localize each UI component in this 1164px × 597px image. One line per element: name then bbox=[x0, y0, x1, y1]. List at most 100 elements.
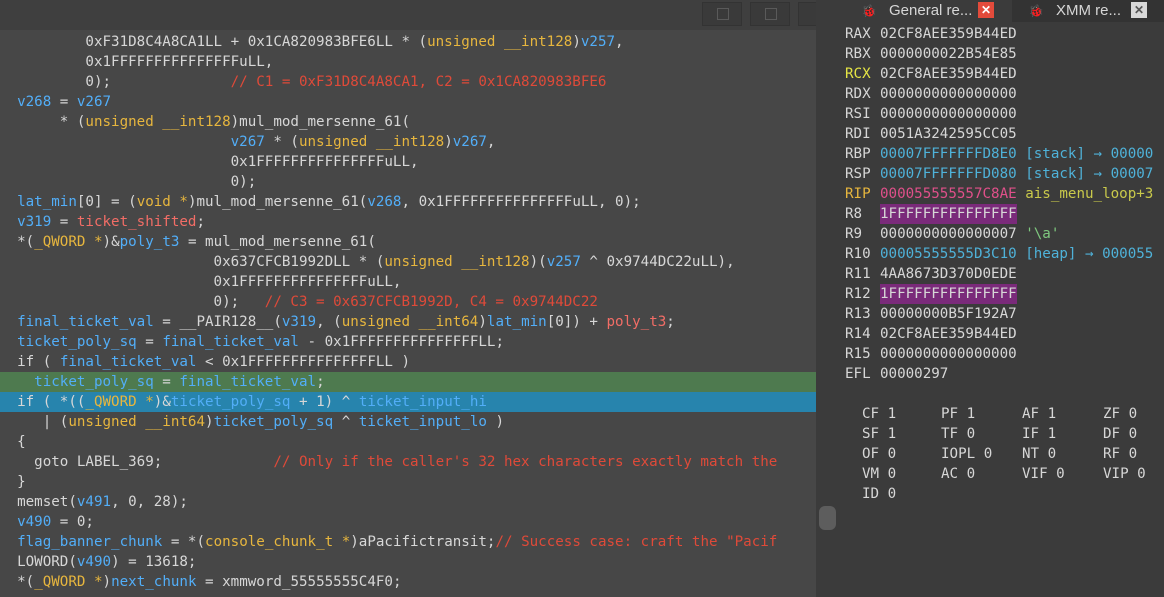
code-token[interactable]: ticket_shifted bbox=[77, 214, 197, 230]
code-token[interactable]: ticket_poly_sq bbox=[214, 414, 334, 430]
register-row[interactable]: RSI 0000000000000000 bbox=[845, 104, 1164, 124]
register-value[interactable]: 00005555555D3C10 [heap] → 000055 bbox=[880, 244, 1153, 264]
register-value[interactable]: 1FFFFFFFFFFFFFFF bbox=[880, 284, 1017, 304]
register-value[interactable]: 4AA8673D370D0EDE bbox=[880, 264, 1017, 284]
register-value[interactable]: 00007FFFFFFFD080 [stack] → 00007 bbox=[880, 164, 1153, 184]
code-line[interactable]: final_ticket_val = __PAIR128__(v319, (un… bbox=[0, 312, 816, 332]
register-value[interactable]: 00007FFFFFFFD8E0 [stack] → 00000 bbox=[880, 144, 1153, 164]
register-value[interactable]: 0000000000000000 bbox=[880, 104, 1017, 124]
flag-vif[interactable]: VIF 0 bbox=[1022, 464, 1065, 484]
code-token[interactable]: poly_t3 bbox=[120, 234, 180, 250]
code-token[interactable]: flag_banner_chunk bbox=[17, 534, 162, 550]
flag-tf[interactable]: TF 0 bbox=[941, 424, 975, 444]
code-line[interactable]: *(_QWORD *)next_chunk = xmmword_55555555… bbox=[0, 572, 816, 592]
flag-zf[interactable]: ZF 0 bbox=[1103, 404, 1137, 424]
code-line[interactable]: if ( final_ticket_val < 0x1FFFFFFFFFFFFF… bbox=[0, 352, 816, 372]
code-line[interactable]: 0); // C1 = 0xF31D8C4A8CA1, C2 = 0x1CA82… bbox=[0, 72, 816, 92]
register-value[interactable]: 02CF8AEE359B44ED bbox=[880, 324, 1017, 344]
code-line[interactable]: *(_QWORD *)&poly_t3 = mul_mod_mersenne_6… bbox=[0, 232, 816, 252]
close-window-button[interactable] bbox=[798, 2, 816, 26]
flag-df[interactable]: DF 0 bbox=[1103, 424, 1137, 444]
code-token[interactable]: v257 bbox=[581, 34, 615, 50]
code-token[interactable]: final_ticket_val bbox=[162, 334, 299, 350]
tab-close-icon[interactable]: ✕ bbox=[978, 2, 994, 18]
register-row[interactable]: R8 1FFFFFFFFFFFFFFF bbox=[845, 204, 1164, 224]
code-token[interactable]: v490 bbox=[77, 554, 111, 570]
code-token[interactable]: v268 bbox=[367, 194, 401, 210]
code-line[interactable]: LOWORD(v490) = 13618; bbox=[0, 552, 816, 572]
maximize-window-button[interactable] bbox=[750, 2, 790, 26]
register-tab[interactable]: 🐞 General re... ✕ bbox=[845, 0, 1012, 22]
code-token[interactable]: poly_t3 bbox=[607, 314, 667, 330]
code-token[interactable]: v267 bbox=[231, 134, 265, 150]
flag-if[interactable]: IF 1 bbox=[1022, 424, 1056, 444]
code-line[interactable]: v267 * (unsigned __int128)v267, bbox=[0, 132, 816, 152]
register-value[interactable]: 02CF8AEE359B44ED bbox=[880, 64, 1017, 84]
flag-of[interactable]: OF 0 bbox=[862, 444, 896, 464]
register-row[interactable]: R9 0000000000000007 '\a' bbox=[845, 224, 1164, 244]
register-value[interactable]: 0000000000000000 bbox=[880, 84, 1017, 104]
flag-sf[interactable]: SF 1 bbox=[862, 424, 896, 444]
code-line[interactable]: { bbox=[0, 432, 816, 452]
code-line[interactable]: v490 = 0; bbox=[0, 512, 816, 532]
register-row[interactable]: R12 1FFFFFFFFFFFFFFF bbox=[845, 284, 1164, 304]
register-row[interactable]: R10 00005555555D3C10 [heap] → 000055 bbox=[845, 244, 1164, 264]
code-line[interactable]: 0x1FFFFFFFFFFFFFFFuLL, bbox=[0, 272, 816, 292]
code-token[interactable]: v267 bbox=[77, 94, 111, 110]
register-row[interactable]: RIP 000055555557C8AE ais_menu_loop+3 bbox=[845, 184, 1164, 204]
code-line[interactable]: memset(v491, 0, 28); bbox=[0, 492, 816, 512]
register-row[interactable]: R14 02CF8AEE359B44ED bbox=[845, 324, 1164, 344]
code-token[interactable]: final_ticket_val bbox=[17, 314, 154, 330]
code-line[interactable]: 0xF31D8C4A8CA1LL + 0x1CA820983BFE6LL * (… bbox=[0, 32, 816, 52]
register-row[interactable]: RDI 0051A3242595CC05 bbox=[845, 124, 1164, 144]
code-token[interactable]: ticket_input_hi bbox=[359, 394, 487, 410]
code-line[interactable]: flag_banner_chunk = *(console_chunk_t *)… bbox=[0, 532, 816, 552]
register-row[interactable]: RBP 00007FFFFFFFD8E0 [stack] → 00000 bbox=[845, 144, 1164, 164]
register-row[interactable]: RBX 0000000022B54E85 bbox=[845, 44, 1164, 64]
code-token[interactable]: v490 bbox=[17, 514, 51, 530]
code-line[interactable]: lat_min[0] = (void *)mul_mod_mersenne_61… bbox=[0, 192, 816, 212]
code-token[interactable]: next_chunk bbox=[111, 574, 196, 590]
register-row[interactable]: EFL 00000297 bbox=[845, 364, 1164, 384]
code-token[interactable]: lat_min bbox=[487, 314, 547, 330]
code-line[interactable]: goto LABEL_369; // Only if the caller's … bbox=[0, 452, 816, 472]
code-line[interactable]: if ( *((_QWORD *)&ticket_poly_sq + 1) ^ … bbox=[0, 392, 816, 412]
code-token[interactable]: lat_min bbox=[17, 194, 77, 210]
register-value[interactable]: 0051A3242595CC05 bbox=[880, 124, 1017, 144]
register-tab[interactable]: 🐞 XMM re... ✕ bbox=[1012, 0, 1164, 22]
scrollbar-thumb[interactable] bbox=[819, 506, 836, 530]
flag-rf[interactable]: RF 0 bbox=[1103, 444, 1137, 464]
flag-nt[interactable]: NT 0 bbox=[1022, 444, 1056, 464]
register-value[interactable]: 0000000000000000 bbox=[880, 344, 1017, 364]
code-token[interactable]: ticket_input_lo bbox=[359, 414, 487, 430]
flag-iopl[interactable]: IOPL 0 bbox=[941, 444, 992, 464]
code-line[interactable]: } bbox=[0, 472, 816, 492]
code-line[interactable]: ticket_poly_sq = final_ticket_val - 0x1F… bbox=[0, 332, 816, 352]
code-line[interactable]: 0); bbox=[0, 172, 816, 192]
restore-window-button[interactable] bbox=[702, 2, 742, 26]
code-line[interactable]: v268 = v267 bbox=[0, 92, 816, 112]
flag-ac[interactable]: AC 0 bbox=[941, 464, 975, 484]
register-value[interactable]: 00000000B5F192A7 bbox=[880, 304, 1017, 324]
code-token[interactable]: final_ticket_val bbox=[60, 354, 197, 370]
code-token[interactable]: v268 bbox=[17, 94, 51, 110]
register-row[interactable]: RCX 02CF8AEE359B44ED bbox=[845, 64, 1164, 84]
register-row[interactable]: R11 4AA8673D370D0EDE bbox=[845, 264, 1164, 284]
flag-vm[interactable]: VM 0 bbox=[862, 464, 896, 484]
code-line[interactable]: 0x637CFCB1992DLL * (unsigned __int128)(v… bbox=[0, 252, 816, 272]
register-value[interactable]: 00000297 bbox=[880, 364, 948, 384]
register-row[interactable]: RAX 02CF8AEE359B44ED bbox=[845, 24, 1164, 44]
flag-cf[interactable]: CF 1 bbox=[862, 404, 896, 424]
code-line[interactable]: ticket_poly_sq = final_ticket_val; bbox=[0, 372, 816, 392]
code-token[interactable]: v267 bbox=[453, 134, 487, 150]
code-token[interactable]: ticket_poly_sq bbox=[171, 394, 291, 410]
register-value[interactable]: 0000000000000007 '\a' bbox=[880, 224, 1059, 244]
flag-pf[interactable]: PF 1 bbox=[941, 404, 975, 424]
code-token[interactable]: v257 bbox=[547, 254, 581, 270]
code-token[interactable]: final_ticket_val bbox=[179, 374, 316, 390]
register-value[interactable]: 0000000022B54E85 bbox=[880, 44, 1017, 64]
code-token[interactable]: v319 bbox=[17, 214, 51, 230]
register-value[interactable]: 02CF8AEE359B44ED bbox=[880, 24, 1017, 44]
code-token[interactable]: v319 bbox=[282, 314, 316, 330]
flag-vip[interactable]: VIP 0 bbox=[1103, 464, 1146, 484]
